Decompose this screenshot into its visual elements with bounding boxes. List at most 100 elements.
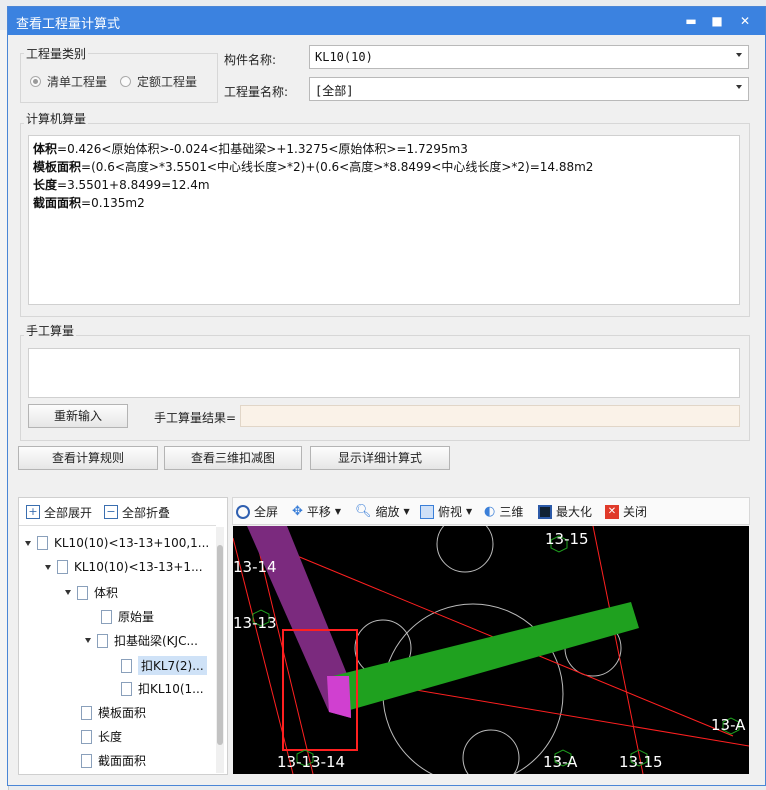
chevron-down-icon — [736, 53, 742, 57]
axis-label: 13-13 — [233, 614, 277, 632]
3d-view-icon: ◐ — [484, 504, 496, 519]
dropdown-arrow-icon: ▼ — [466, 507, 473, 516]
dropdown-arrow-icon: ▼ — [403, 507, 410, 516]
manual-calc-label: 手工算量 — [24, 322, 77, 339]
document-icon — [121, 681, 132, 696]
tree-item[interactable]: KL10(10)<13-13+100,1... — [25, 536, 209, 550]
plus-icon: + — [26, 505, 40, 519]
magenta-overlap — [327, 676, 351, 718]
pile-circle — [436, 515, 494, 573]
formula-line-volume: 体积=0.426<原始体积>-0.024<扣基础梁>+1.3275<原始体积>=… — [33, 142, 468, 156]
expanded-triangle-icon — [45, 564, 51, 570]
computer-calc-label: 计算机算量 — [24, 110, 89, 127]
close-red-icon: ✕ — [605, 504, 619, 519]
tree-item[interactable]: KL10(10)<13-13+1... — [45, 560, 203, 574]
green-beam — [333, 602, 639, 712]
component-name-select[interactable]: KL10(10) — [309, 45, 749, 69]
tree-item-selected[interactable]: 扣KL7(2)... — [121, 656, 207, 675]
tree-list: KL10(10)<13-13+100,1... KL10(10)<13-13+1… — [19, 525, 216, 774]
pan-icon: ✥ — [292, 504, 303, 519]
3d-view-button[interactable]: ◐ 三维 — [484, 503, 523, 520]
expanded-triangle-icon — [65, 590, 71, 595]
dialog-window: 查看工程量计算式 ▬ ■ ✕ 工程量类别 清单工程量 定额工程量 构件名称: K… — [7, 6, 766, 787]
axis-label: 13-A — [711, 716, 746, 734]
show-detail-button[interactable]: 显示详细计算式 — [310, 446, 450, 470]
window-title: 查看工程量计算式 — [16, 17, 121, 32]
tree-item[interactable]: 原始量 — [101, 608, 154, 625]
document-icon — [97, 633, 108, 648]
expanded-triangle-icon — [25, 540, 31, 546]
formula-line-length: 长度=3.5501+8.8499=12.4m — [33, 178, 210, 192]
component-name-value: KL10(10) — [315, 50, 373, 64]
deduction-canvas[interactable]: 13-15 13-14 13-13 13-A 13-A 13-15 13‑13‑… — [232, 515, 750, 787]
title-bar: 查看工程量计算式 ▬ ■ ✕ — [8, 7, 765, 35]
axis-line — [592, 525, 644, 775]
maximize-button[interactable]: 最大化 — [538, 503, 592, 520]
manual-calc-input[interactable] — [28, 348, 740, 398]
top-view-button[interactable]: 俯视 ▼ — [420, 503, 472, 520]
tree-item[interactable]: 扣基础梁(KJC... — [85, 632, 198, 649]
minimize-icon[interactable]: ▬ — [680, 11, 702, 31]
qty-name-label: 工程量名称: — [224, 85, 289, 99]
dropdown-arrow-icon: ▼ — [334, 507, 342, 516]
tree-item[interactable]: 扣KL10(1... — [121, 680, 204, 697]
radio-unselected-icon — [120, 76, 131, 87]
formula-line-formwork: 模板面积=(0.6<高度>*3.5501<中心线长度>*2)+(0.6<高度>*… — [33, 160, 594, 174]
zoom-icon: 🔍︎ — [355, 504, 372, 519]
axis-label: 13-A — [543, 753, 578, 771]
qty-category-label: 工程量类别 — [24, 45, 89, 62]
qty-name-value: [全部] — [315, 84, 354, 98]
qty-name-select[interactable]: [全部] — [309, 77, 749, 101]
computer-calc-output[interactable]: 体积=0.426<原始体积>-0.024<扣基础梁>+1.3275<原始体积>=… — [28, 135, 740, 305]
expanded-triangle-icon — [85, 638, 91, 643]
radio-norm-quantity-label: 定额工程量 — [137, 75, 198, 89]
fullscreen-button[interactable]: 全屏 — [236, 503, 278, 520]
axis-label: 13-15 — [619, 753, 663, 771]
document-icon — [101, 609, 112, 624]
axis-label: 13-15 — [545, 530, 589, 548]
radio-selected-icon — [30, 76, 41, 87]
reinput-button[interactable]: 重新输入 — [28, 404, 128, 428]
tree-item[interactable]: 长度 — [81, 728, 122, 745]
document-icon — [57, 560, 68, 574]
manual-result-field[interactable] — [240, 405, 740, 427]
radio-norm-quantity[interactable]: 定额工程量 — [120, 73, 197, 90]
document-icon — [81, 753, 92, 768]
document-icon — [81, 729, 92, 744]
tree-item[interactable]: 模板面积 — [81, 704, 146, 721]
document-icon — [77, 585, 88, 600]
close-viewer-button[interactable]: ✕ 关闭 — [605, 503, 647, 520]
tree-item[interactable]: 截面面积 — [81, 752, 146, 769]
view-rules-button[interactable]: 查看计算规则 — [18, 446, 158, 470]
maximize-viewer-icon — [538, 504, 552, 519]
fullscreen-icon — [236, 504, 250, 519]
axis-label: 13‑13‑14 — [277, 753, 345, 771]
collapse-all-button[interactable]: − 全部折叠 — [104, 504, 170, 521]
collapse-all-label: 全部折叠 — [122, 505, 171, 520]
tree-item[interactable]: 体积 — [65, 584, 118, 601]
view-3d-deduct-button[interactable]: 查看三维扣减图 — [164, 446, 302, 470]
maximize-icon[interactable]: ■ — [706, 11, 728, 31]
scrollbar-thumb[interactable] — [217, 545, 223, 745]
chevron-down-icon — [736, 85, 742, 89]
pan-button[interactable]: ✥ 平移 ▼ — [292, 503, 341, 520]
minus-icon: − — [104, 505, 119, 519]
manual-result-label: 手工算量结果= — [154, 411, 237, 425]
tree-toolbar: + 全部展开 − 全部折叠 — [22, 499, 170, 525]
pile-circle — [462, 729, 520, 787]
component-name-label: 构件名称: — [224, 53, 277, 67]
tree-scrollbar[interactable] — [216, 527, 224, 773]
formula-line-section: 截面面积=0.135m2 — [33, 196, 145, 210]
expand-all-button[interactable]: + 全部展开 — [26, 504, 92, 521]
deduction-drawing: 13-15 13-14 13-13 13-A 13-A 13-15 13‑13‑… — [232, 515, 750, 787]
document-icon — [121, 658, 132, 673]
document-icon — [37, 536, 48, 550]
radio-list-quantity[interactable]: 清单工程量 — [30, 73, 107, 90]
zoom-button[interactable]: 🔍︎ 缩放 ▼ — [355, 503, 410, 520]
top-view-icon — [420, 504, 434, 519]
radio-list-quantity-label: 清单工程量 — [47, 75, 108, 89]
expand-all-label: 全部展开 — [44, 505, 93, 520]
close-icon[interactable]: ✕ — [734, 11, 756, 31]
axis-label: 13-14 — [233, 558, 277, 576]
document-icon — [81, 705, 92, 720]
